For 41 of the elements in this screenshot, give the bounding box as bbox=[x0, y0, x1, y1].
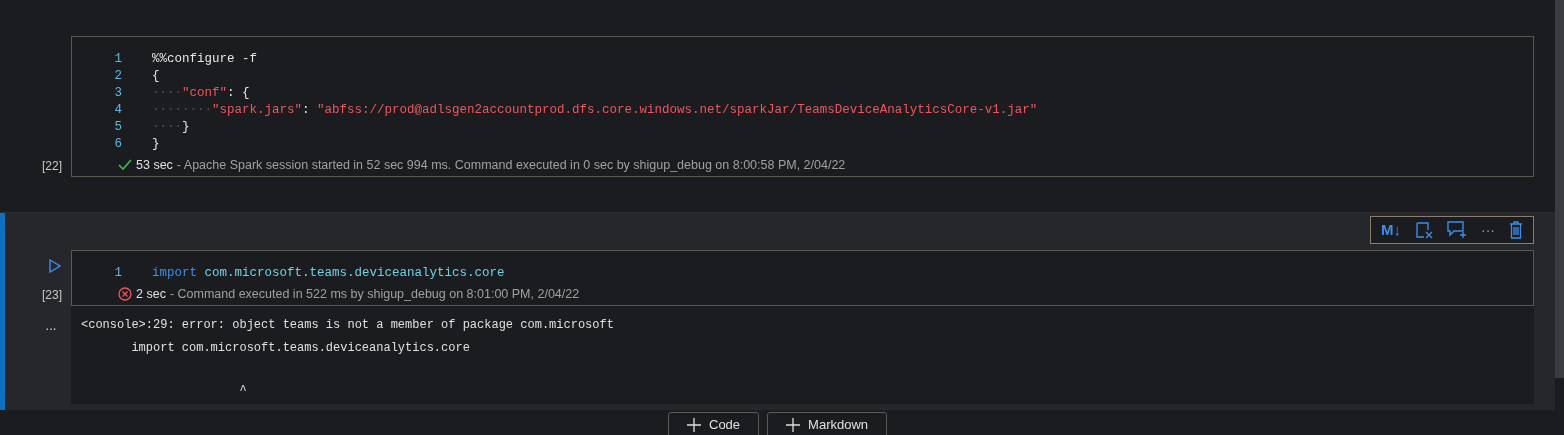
code-line: ········"spark.jars": "abfss://prod@adlsgen2accountprod.dfs.core.windows.net/sparkJar/TeamsDeviceAnalyticsCore-v1.jar" bbox=[152, 102, 1038, 120]
comment-icon bbox=[1447, 221, 1467, 239]
execution-status-text: - Command executed in 522 ms by shigup_debug on 8:01:00 PM, 2/04/22 bbox=[169, 285, 580, 303]
more-options-button[interactable]: ··· bbox=[1479, 219, 1497, 241]
execution-status-text: - Apache Spark session started in 52 sec 994 ms. Command executed in 0 sec by shigup_debug on 8:00:58 PM, 2/04/22 bbox=[176, 156, 846, 174]
error-icon bbox=[118, 287, 132, 301]
output-line: import com.microsoft.teams.deviceanalytics.core bbox=[130, 341, 470, 355]
delete-button[interactable] bbox=[1507, 219, 1525, 241]
code-line: ····"conf": { bbox=[152, 85, 250, 103]
plus-icon bbox=[786, 418, 801, 432]
add-comment-button[interactable] bbox=[1445, 219, 1469, 241]
execution-duration: 53 sec bbox=[136, 156, 173, 174]
markdown-toggle-button[interactable]: M↓ bbox=[1379, 219, 1403, 241]
scrollbar[interactable] bbox=[1555, 0, 1564, 378]
add-markdown-button[interactable]: Markdown bbox=[767, 412, 888, 435]
execution-count: [23] bbox=[42, 287, 62, 304]
code-line: ····} bbox=[152, 119, 190, 137]
line-number: 3 bbox=[113, 85, 123, 103]
play-icon bbox=[49, 259, 61, 273]
execution-duration: 2 sec bbox=[136, 285, 166, 303]
line-number: 1 bbox=[113, 265, 123, 283]
code-line: %%configure -f bbox=[152, 51, 258, 69]
code-line: import com.microsoft.teams.deviceanalytics.core bbox=[152, 265, 505, 283]
code-line: } bbox=[152, 136, 160, 154]
code-line: { bbox=[152, 68, 160, 86]
line-number: 4 bbox=[113, 102, 123, 120]
execution-count: [22] bbox=[42, 158, 62, 175]
notebook-cell[interactable] bbox=[0, 213, 1555, 410]
line-number: 5 bbox=[113, 119, 123, 137]
trash-icon bbox=[1509, 221, 1523, 239]
line-number: 1 bbox=[113, 51, 123, 69]
plus-icon bbox=[687, 418, 701, 432]
line-number: 2 bbox=[113, 68, 123, 86]
add-code-button[interactable]: Code bbox=[668, 412, 760, 435]
line-number: 6 bbox=[113, 136, 123, 154]
checkmark-icon bbox=[118, 159, 132, 171]
output-line: <console>:29: error: object teams is not a member of package com.microsoft bbox=[81, 318, 614, 332]
clear-output-button[interactable] bbox=[1413, 219, 1435, 241]
more-icon[interactable]: ··· bbox=[45, 318, 56, 339]
error-caret: ^ bbox=[238, 384, 247, 398]
clear-output-icon bbox=[1415, 221, 1433, 239]
